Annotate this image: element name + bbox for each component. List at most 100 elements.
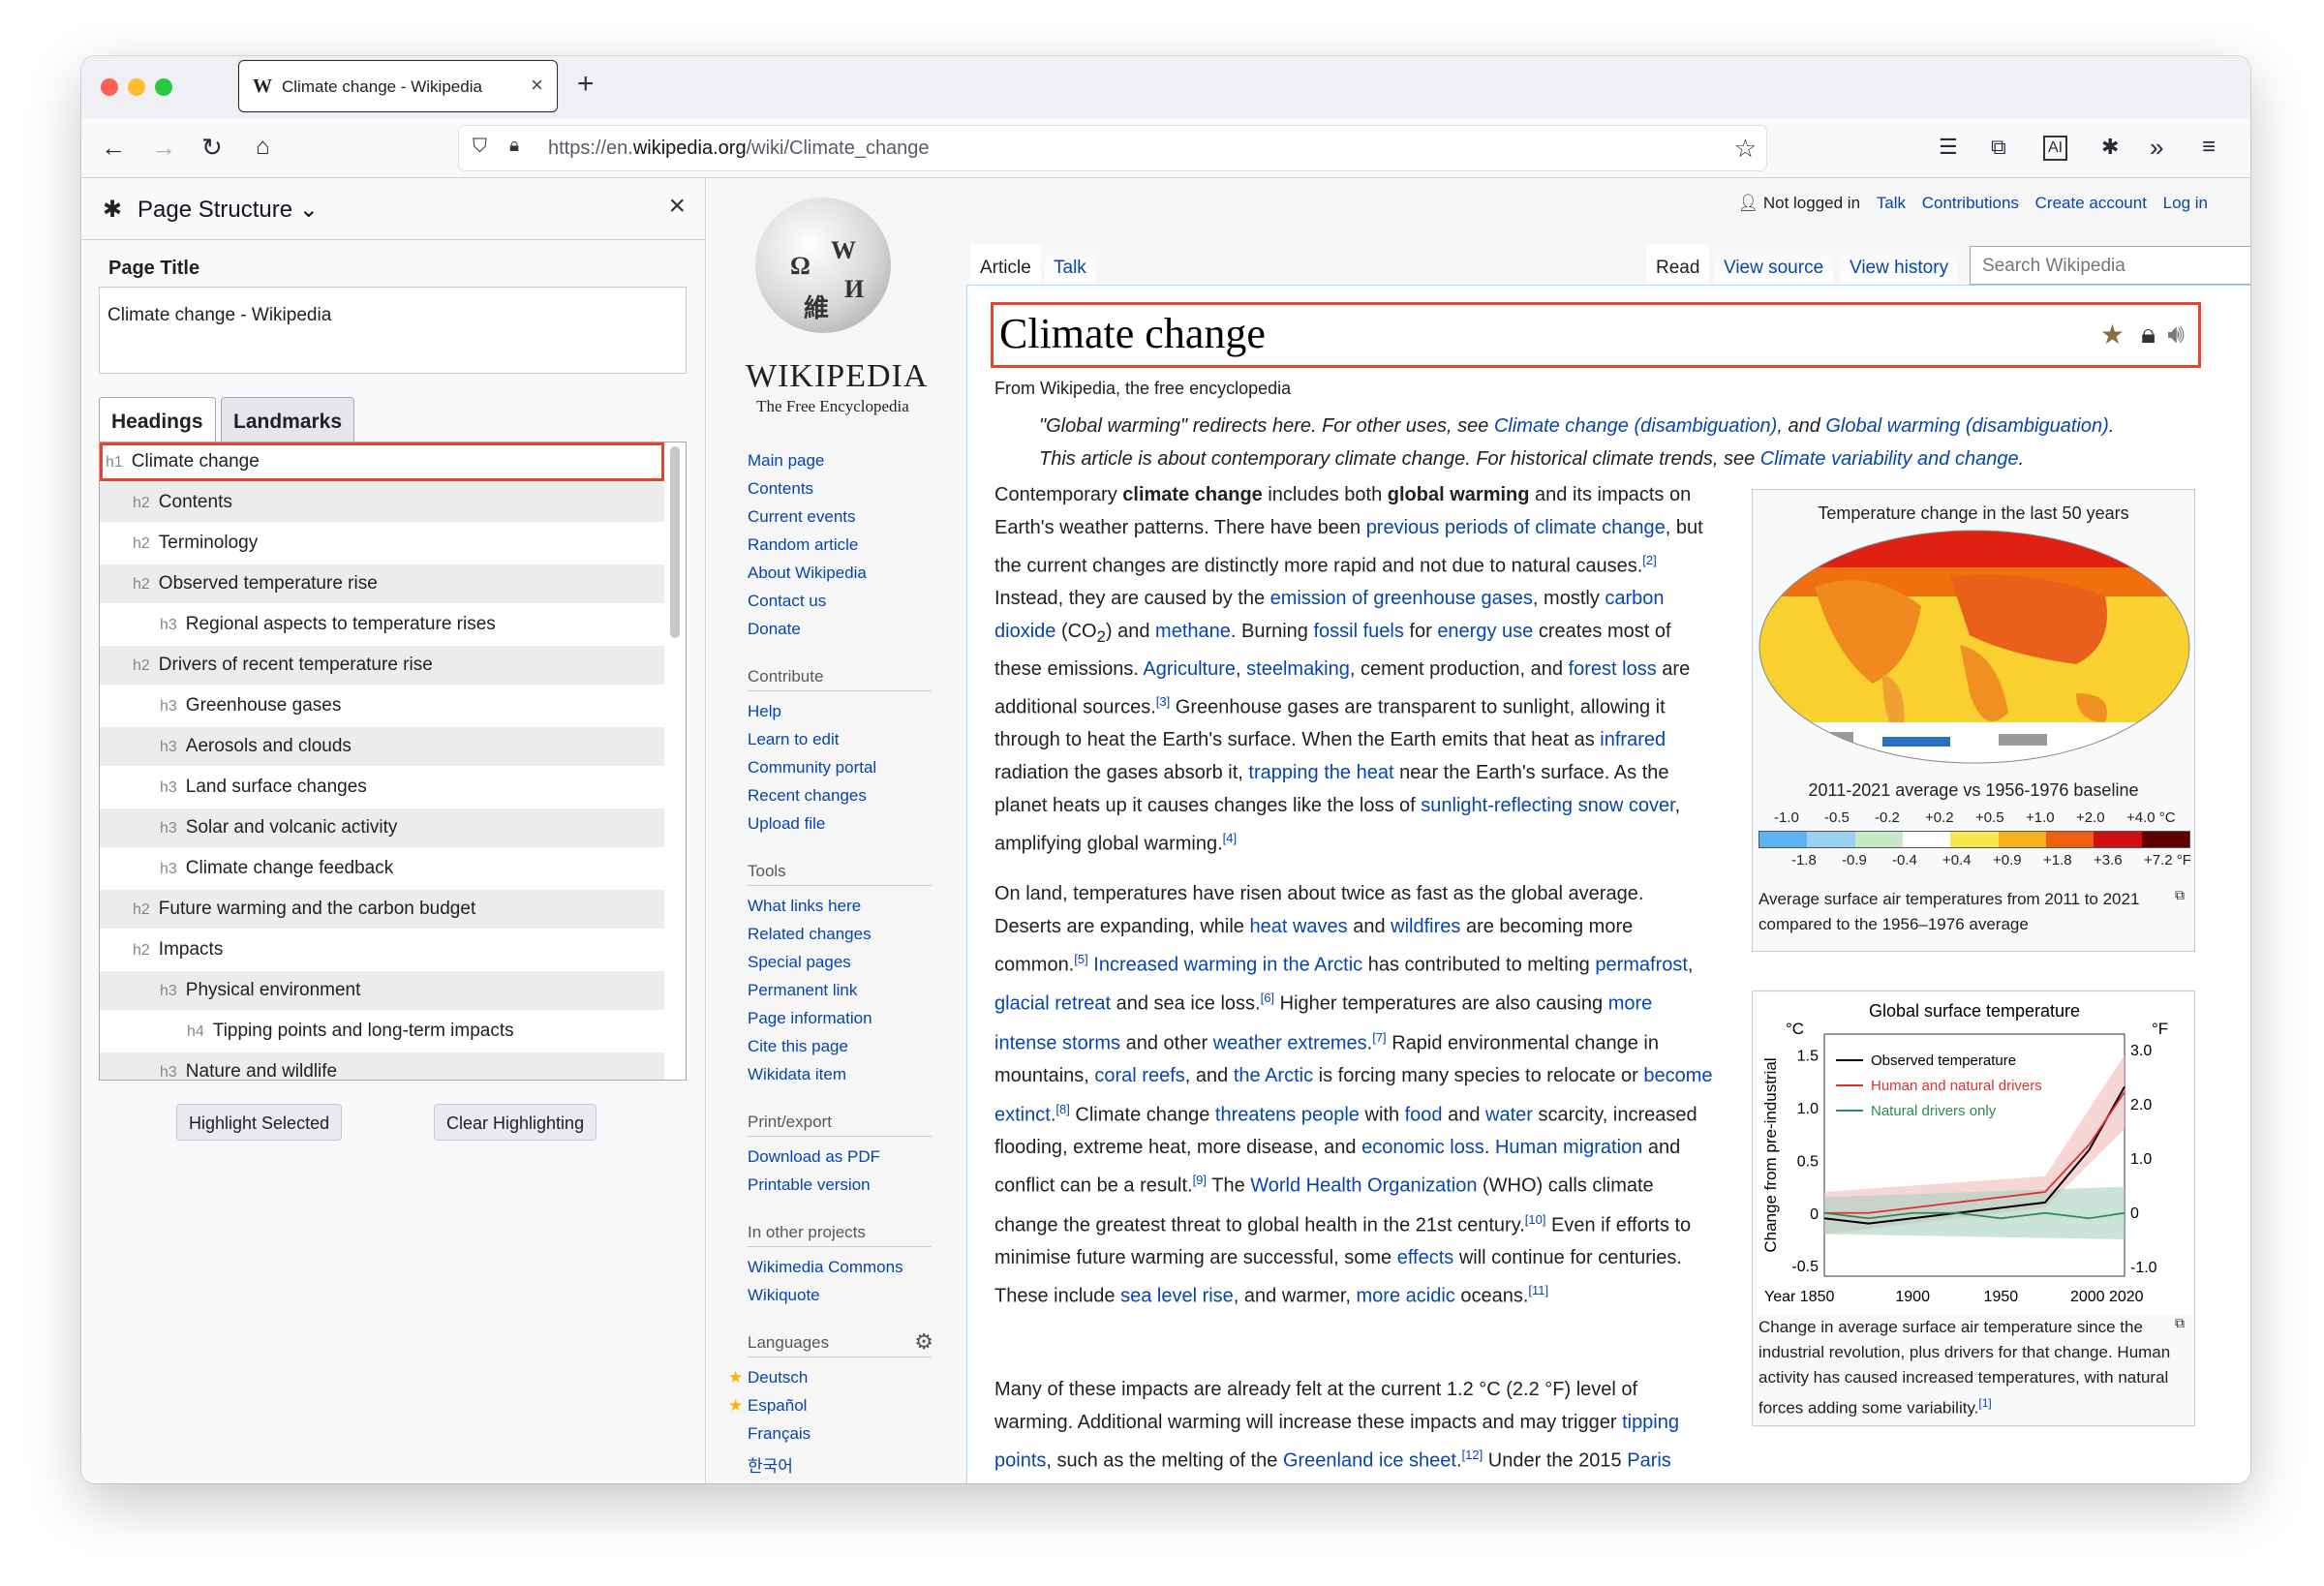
link[interactable]: sunlight-reflecting snow cover [1421, 795, 1674, 816]
temperature-map[interactable] [1757, 529, 2192, 771]
heading-item[interactable]: h4 Tipping points and long-term impacts [100, 1012, 664, 1051]
sidebar-title[interactable]: Page Structure ⌄ [138, 196, 319, 224]
nav-link[interactable]: Special pages [748, 953, 851, 972]
menu-icon[interactable]: ≡ [2202, 132, 2216, 163]
close-sidebar-icon[interactable]: × [668, 190, 686, 223]
nav-link[interactable]: Main page [748, 451, 824, 471]
link[interactable]: more acidic [1357, 1286, 1455, 1307]
url-text[interactable]: https://en.wikipedia.org/wiki/Climate_ch… [548, 137, 930, 160]
nav-link[interactable]: Wikidata item [748, 1065, 846, 1084]
link[interactable]: previous periods of climate change [1366, 517, 1666, 538]
tab-view-source[interactable]: View source [1714, 244, 1834, 287]
heading-item[interactable]: h3 Nature and wildlife [100, 1052, 664, 1080]
nav-link[interactable]: Learn to edit [748, 730, 840, 749]
link[interactable]: permafrost [1595, 955, 1688, 976]
user-talk-link[interactable]: Talk [1877, 194, 1906, 212]
search-input[interactable]: Search Wikipedia⌕ [1970, 246, 2250, 285]
scrollbar[interactable] [670, 446, 680, 638]
link[interactable]: steelmaking [1246, 658, 1350, 680]
tab-view-history[interactable]: View history [1840, 244, 1959, 287]
tab-read[interactable]: Read [1646, 244, 1710, 287]
link-climate-variability[interactable]: Climate variability and change [1760, 448, 2019, 470]
heading-item[interactable]: h2 Contents [100, 483, 664, 522]
close-tab-icon[interactable]: × [531, 73, 543, 98]
translate-icon[interactable]: ⧉ [1991, 132, 2006, 163]
nav-link[interactable]: Français [748, 1424, 810, 1444]
heading-item[interactable]: h3 Aerosols and clouds [100, 727, 664, 766]
nav-link[interactable]: Contact us [748, 592, 826, 611]
clear-highlighting-button[interactable]: Clear Highlighting [434, 1104, 597, 1141]
nav-link[interactable]: ★ Español [728, 1396, 807, 1416]
nav-link[interactable]: Download as PDF [748, 1147, 880, 1167]
tab-headings[interactable]: Headings [99, 397, 216, 443]
link[interactable]: trapping the heat [1248, 762, 1393, 783]
link[interactable]: glacial retreat [994, 993, 1111, 1015]
heading-item[interactable]: h1 Climate change [100, 442, 664, 481]
nav-link[interactable]: Printable version [748, 1175, 871, 1195]
link[interactable]: heat waves [1249, 916, 1347, 937]
gear-icon[interactable]: ⚙ [914, 1329, 933, 1355]
nav-link[interactable]: What links here [748, 897, 861, 916]
link[interactable]: Increased warming in the Arctic [1093, 955, 1362, 976]
link[interactable]: threatens people [1215, 1104, 1360, 1125]
heading-item[interactable]: h2 Observed temperature rise [100, 564, 664, 603]
link[interactable]: the Arctic [1234, 1065, 1313, 1086]
heading-item[interactable]: h3 Greenhouse gases [100, 686, 664, 725]
heading-item[interactable]: h2 Terminology [100, 524, 664, 563]
link[interactable]: wildfires [1391, 916, 1460, 937]
link[interactable]: infrared [1600, 729, 1666, 750]
tab-talk[interactable]: Talk [1044, 244, 1096, 287]
reload-icon[interactable]: ↻ [201, 132, 223, 163]
highlight-selected-button[interactable]: Highlight Selected [176, 1104, 343, 1141]
back-icon[interactable]: ← [101, 132, 126, 163]
close-window-button[interactable] [101, 78, 118, 96]
shield-icon[interactable]: ⛉ [473, 136, 487, 158]
tab-landmarks[interactable]: Landmarks [221, 397, 355, 443]
create-account-link[interactable]: Create account [2035, 194, 2147, 212]
link[interactable]: weather extremes [1213, 1032, 1367, 1053]
nav-link[interactable]: Random article [748, 535, 858, 555]
nav-link[interactable]: Wikiquote [748, 1286, 820, 1305]
link[interactable]: coral reefs [1094, 1065, 1184, 1086]
enlarge-icon[interactable]: ⧉ [2175, 1315, 2185, 1331]
link-gw-disambiguation[interactable]: Global warming (disambiguation) [1825, 415, 2108, 437]
heading-item[interactable]: h3 Solar and volcanic activity [100, 808, 664, 847]
link[interactable]: effects [1397, 1247, 1454, 1268]
heading-item[interactable]: h3 Physical environment [100, 971, 664, 1010]
nav-link[interactable]: Contents [748, 479, 813, 499]
minimize-window-button[interactable] [128, 78, 145, 96]
link[interactable]: Human migration [1495, 1137, 1642, 1158]
link[interactable]: methane [1155, 621, 1231, 642]
enlarge-icon[interactable]: ⧉ [2175, 887, 2185, 903]
nav-link[interactable]: Recent changes [748, 786, 867, 806]
nav-link[interactable]: Donate [748, 620, 801, 639]
nav-link[interactable]: Cite this page [748, 1037, 848, 1056]
nav-link[interactable]: Upload file [748, 814, 825, 834]
nav-link[interactable]: ★ Deutsch [728, 1368, 808, 1388]
link[interactable]: sea level rise [1120, 1286, 1234, 1307]
maximize-window-button[interactable] [155, 78, 172, 96]
pocket-icon[interactable]: ☰ [1939, 132, 1958, 163]
heading-item[interactable]: h3 Land surface changes [100, 768, 664, 807]
bookmark-star-icon[interactable]: ☆ [1734, 134, 1757, 164]
ai-icon[interactable]: AI [2043, 136, 2068, 161]
heading-item[interactable]: h2 Impacts [100, 930, 664, 969]
browser-tab[interactable]: W Climate change - Wikipedia × [238, 60, 558, 112]
lock-icon[interactable]: 🔒︎ [509, 136, 519, 157]
login-link[interactable]: Log in [2163, 194, 2208, 212]
nav-link[interactable]: 한국어 [748, 1452, 793, 1477]
link[interactable]: economic loss [1361, 1137, 1484, 1158]
extensions-icon[interactable]: ✱ [2101, 132, 2119, 163]
heading-item[interactable]: h3 Climate change feedback [100, 849, 664, 888]
forward-icon[interactable]: → [151, 132, 176, 163]
home-icon[interactable]: ⌂ [256, 132, 270, 163]
heading-item[interactable]: h2 Future warming and the carbon budget [100, 890, 664, 929]
new-tab-icon[interactable]: + [577, 68, 595, 101]
link[interactable]: forest loss [1569, 658, 1657, 680]
overflow-icon[interactable]: » [2150, 132, 2163, 163]
nav-link[interactable]: Current events [748, 507, 856, 527]
link[interactable]: emission of greenhouse gases [1270, 588, 1533, 609]
link[interactable]: Greenland ice sheet [1283, 1450, 1456, 1472]
nav-link[interactable]: Wikimedia Commons [748, 1258, 903, 1277]
link-disambiguation[interactable]: Climate change (disambiguation) [1494, 415, 1777, 437]
